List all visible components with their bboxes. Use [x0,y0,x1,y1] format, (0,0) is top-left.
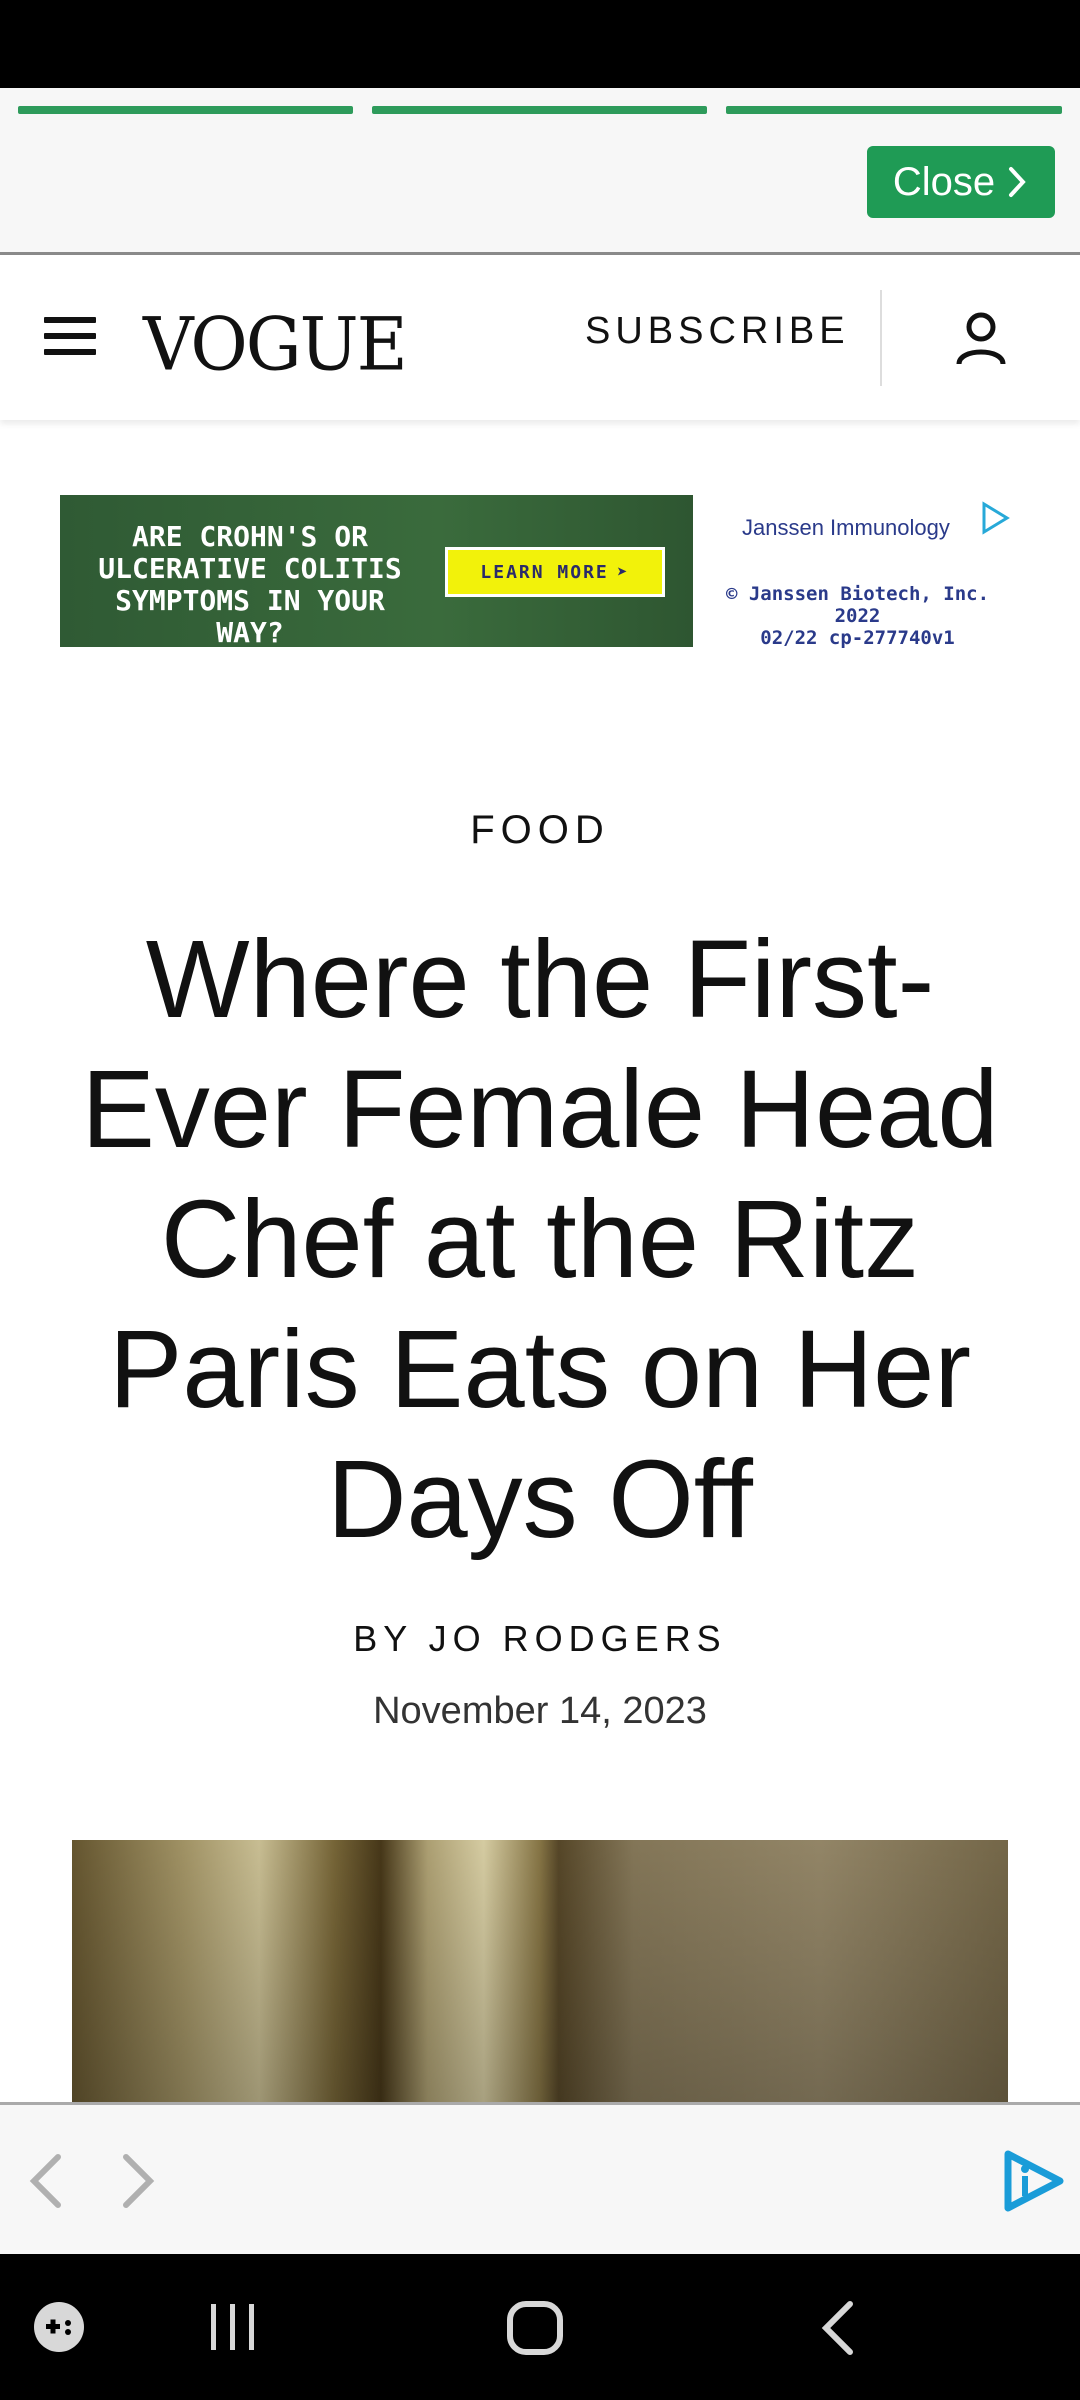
ad-legal-text: © Janssen Biotech, Inc. 2022 02/22 cp-27… [700,583,1015,649]
ad-learn-more-button[interactable]: LEARN MORE ➤ [445,547,665,597]
story-progress-segment-2 [372,106,707,114]
game-launcher-icon[interactable] [32,2300,86,2354]
hamburger-icon[interactable] [44,317,96,357]
arrow-right-icon: ➤ [616,561,630,583]
ad-cta-label: LEARN MORE [480,561,609,583]
adplayer-logo-icon[interactable] [1000,2150,1066,2212]
ad-headline: ARE CROHN'S OR ULCERATIVE COLITIS SYMPTO… [98,520,402,649]
ad-legal-line-2: 02/22 cp-277740v1 [760,627,955,649]
home-icon[interactable] [506,2300,564,2356]
article-byline[interactable]: BY JO RODGERS [0,1618,1080,1660]
chevron-right-icon[interactable] [112,2151,162,2211]
close-button[interactable]: Close [867,146,1055,218]
back-icon[interactable] [818,2300,858,2356]
ad-sponsor-panel: Janssen Immunology © Janssen Biotech, In… [700,495,1015,649]
adchoices-icon[interactable] [980,501,1010,535]
article-headline: Where the First-Ever Female Head Chef at… [81,918,999,1561]
ad-player-bar [0,2102,1080,2257]
ad-brand: Janssen Immunology [742,515,950,540]
story-progress-segment-1 [18,106,353,114]
close-button-label: Close [892,159,996,204]
header-divider [880,290,882,386]
display-ad[interactable]: ARE CROHN'S OR ULCERATIVE COLITIS SYMPTO… [60,495,1015,649]
ad-banner[interactable]: ARE CROHN'S OR ULCERATIVE COLITIS SYMPTO… [60,495,693,649]
article-category[interactable]: FOOD [0,808,1080,853]
ad-legal-line-1: © Janssen Biotech, Inc. 2022 [725,583,990,627]
person-icon[interactable] [955,310,1007,366]
recent-apps-icon[interactable] [205,2302,261,2352]
story-progress-segment-3 [726,106,1062,114]
subscribe-link[interactable]: SUBSCRIBE [585,310,850,353]
chevron-left-icon[interactable] [22,2151,72,2211]
status-bar [0,0,1080,88]
article-date: November 14, 2023 [373,1690,707,1732]
system-nav-bar [0,2254,1080,2400]
story-top-bar: Close [0,88,1080,255]
vogue-logo[interactable]: VOGUE [143,301,408,387]
hero-image [72,1840,1008,2102]
site-header: VOGUE SUBSCRIBE [0,255,1080,420]
chevron-right-icon [1009,167,1026,197]
